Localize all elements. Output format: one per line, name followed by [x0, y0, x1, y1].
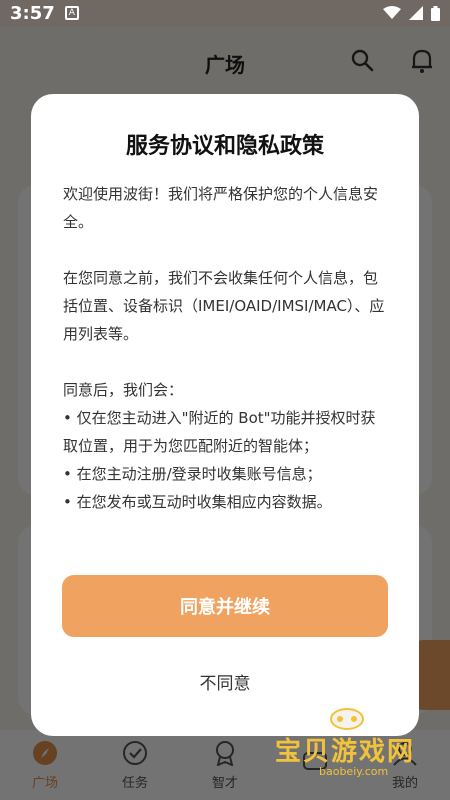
bullet-text: 在您主动注册/登录时收集账号信息；	[76, 465, 322, 483]
status-bar: 3:57 A	[0, 0, 450, 26]
dialog-title: 服务协议和隐私政策	[125, 134, 324, 159]
notification-icon: A	[64, 6, 79, 20]
after-consent-heading: 同意后，我们会：	[63, 381, 184, 399]
watermark-url: baobeiy.com	[319, 765, 389, 778]
watermark-text: 宝贝游戏网	[275, 737, 416, 767]
consent-paragraph: 在您同意之前，我们不会收集任何个人信息，包括位置、设备标识（IMEI/OAID/…	[63, 269, 385, 343]
battery-icon	[431, 5, 440, 21]
welcome-paragraph: 欢迎使用波街！我们将严格保护您的个人信息安全。	[63, 185, 379, 231]
agree-continue-button[interactable]: 同意并继续	[62, 575, 388, 637]
bullet-text: 在您发布或互动时收集相应内容数据。	[76, 493, 332, 511]
privacy-dialog: 服务协议和隐私政策 欢迎使用波街！我们将严格保护您的个人信息安全。 在您同意之前…	[31, 94, 419, 736]
wifi-icon	[383, 6, 401, 19]
dialog-body: 欢迎使用波街！我们将严格保护您的个人信息安全。 在您同意之前，我们不会收集任何个…	[63, 180, 389, 516]
watermark-logo: 宝贝游戏网 baobeiy.com	[275, 705, 440, 783]
disagree-button[interactable]: 不同意	[31, 669, 419, 694]
signal-icon	[409, 6, 423, 20]
bullet-item: • 在您发布或互动时收集相应内容数据。	[63, 493, 332, 511]
bullet-text: 仅在您主动进入"附近的 Bot"功能并授权时获取位置，用于为您匹配附近的智能体；	[63, 409, 376, 455]
gamepad-icon	[330, 708, 364, 730]
bullet-item: • 在您主动注册/登录时收集账号信息；	[63, 465, 322, 483]
bullet-item: • 仅在您主动进入"附近的 Bot"功能并授权时获取位置，用于为您匹配附近的智能…	[63, 409, 376, 455]
status-time: 3:57	[10, 2, 55, 24]
